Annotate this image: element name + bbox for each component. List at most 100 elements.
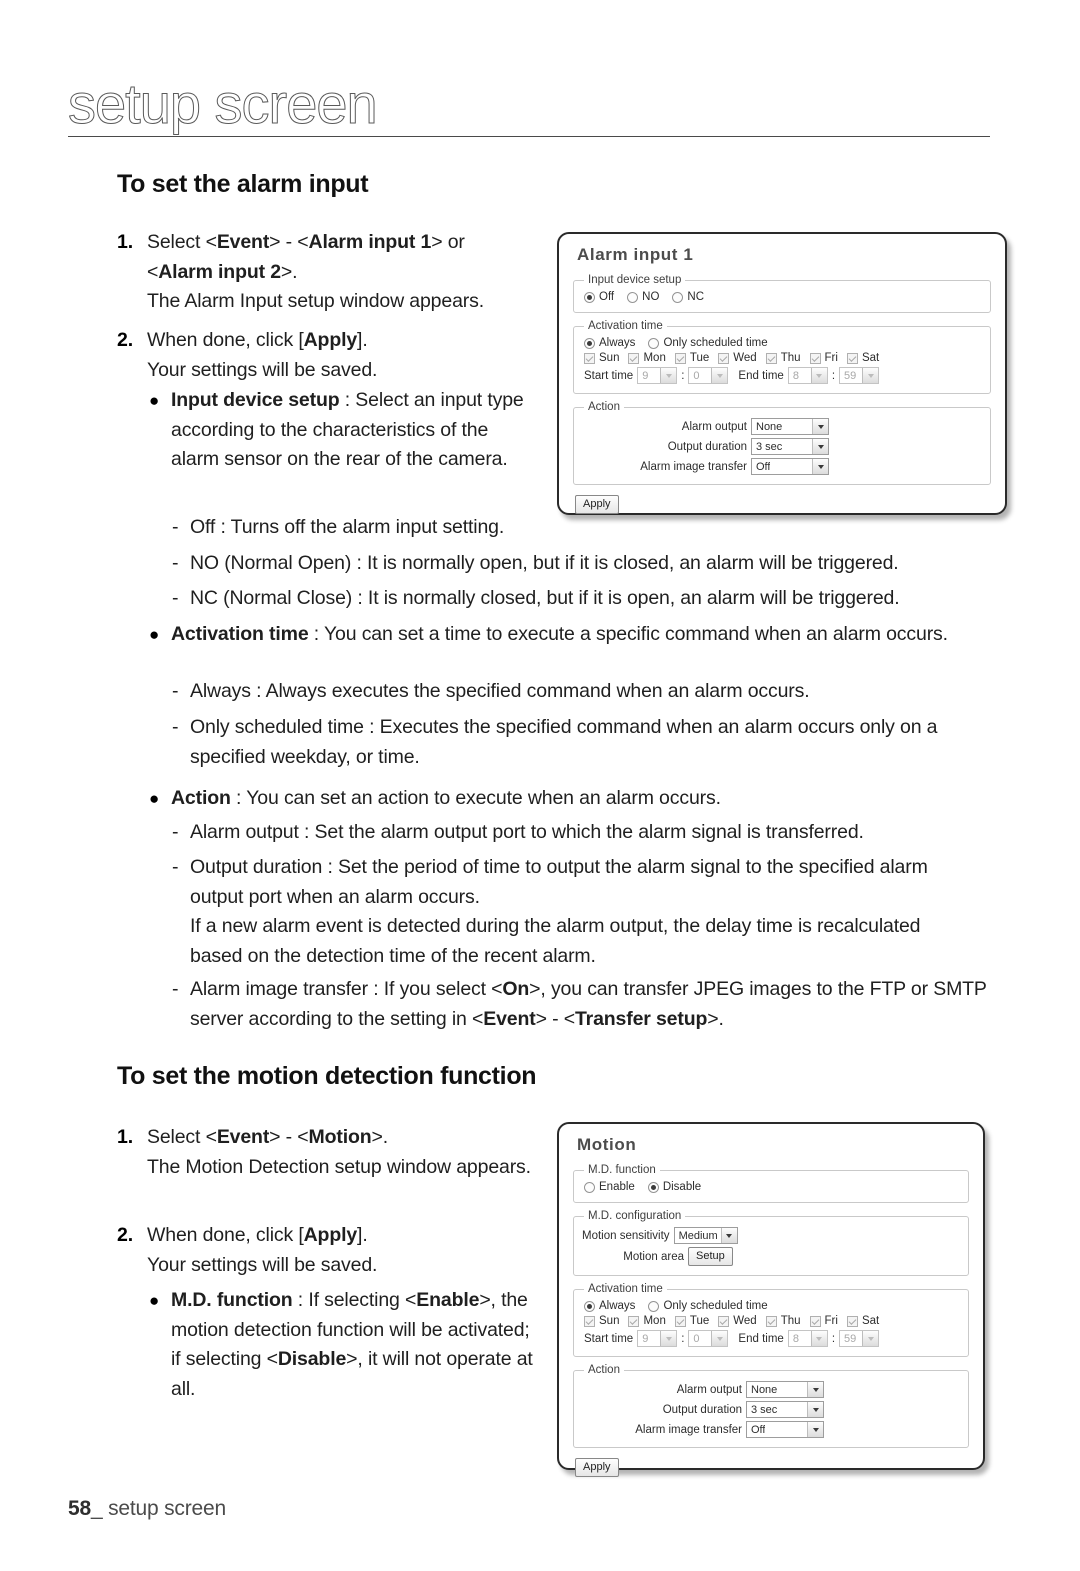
checkbox-sat-icon[interactable] [846,352,858,364]
checkbox-sat-label[interactable]: Sat [862,352,879,364]
alarm-input-dialog: Alarm input 1 Input device setup Off NO … [557,232,1007,515]
checkbox-wed-icon[interactable] [718,352,730,364]
end-hour-select[interactable]: 8 [787,1330,828,1347]
radio-only-scheduled-icon[interactable] [648,1300,660,1312]
end-time-label: End time [738,369,784,382]
alarm-image-transfer-select[interactable]: Off [746,1421,824,1438]
checkbox-thu-label[interactable]: Thu [781,352,801,364]
radio-always-icon[interactable] [584,1300,595,1312]
radio-always-label[interactable]: Always [599,1300,635,1312]
motion-sensitivity-select[interactable]: Medium [673,1227,738,1244]
radio-only-scheduled-label[interactable]: Only scheduled time [663,1300,767,1312]
checkbox-wed-icon[interactable] [718,1315,730,1327]
output-duration-select[interactable]: 3 sec [746,1401,824,1418]
alarm-bullet-activation-body: Activation time : You can set a time to … [171,620,989,650]
t: >. [280,260,298,283]
checkbox-fri-icon[interactable] [809,1315,821,1327]
output-duration-value: 3 sec [751,1403,778,1416]
radio-no-icon[interactable] [627,291,639,303]
checkbox-fri-icon[interactable] [809,352,821,364]
apply-button[interactable]: Apply [575,495,619,514]
radio-only-scheduled-label[interactable]: Only scheduled time [663,337,767,349]
checkbox-sun-label[interactable]: Sun [599,352,619,364]
radio-disable-icon[interactable] [647,1181,659,1193]
t: Event [216,1126,270,1148]
checkbox-sun-icon[interactable] [584,1315,595,1327]
checkbox-thu-icon[interactable] [765,1315,777,1327]
checkbox-tue-label[interactable]: Tue [690,352,709,364]
alarm-output-select[interactable]: None [751,418,829,435]
t: Event [483,1007,536,1030]
checkbox-fri-label[interactable]: Fri [825,1315,838,1327]
start-hour-select[interactable]: 9 [637,367,678,384]
motion-step-1: 1. Select <Event> - <Motion>. The Motion… [117,1123,537,1182]
radio-enable-icon[interactable] [584,1181,595,1193]
page-footer: 58_ setup screen [68,1497,226,1521]
alarm-dash-nc: - NC (Normal Close) : It is normally clo… [172,584,1002,614]
t: : If selecting < [292,1289,417,1311]
checkbox-mon-label[interactable]: Mon [643,1315,665,1327]
radio-always-label[interactable]: Always [599,337,635,349]
motion-area-setup-button[interactable]: Setup [688,1247,733,1266]
motion-area-row: Motion area Setup [582,1247,960,1266]
start-minute-select[interactable]: 0 [688,1330,729,1347]
radio-always-icon[interactable] [584,337,595,349]
radio-off-icon[interactable] [584,291,595,303]
radio-disable-label[interactable]: Disable [663,1181,701,1193]
checkbox-tue-icon[interactable] [674,1315,686,1327]
motion-bullet-md-function-body: M.D. function : If selecting <Enable>, t… [171,1286,541,1404]
apply-button[interactable]: Apply [575,1458,619,1477]
chevron-down-icon [807,1422,823,1437]
checkbox-mon-label[interactable]: Mon [643,352,665,364]
alarm-apply-wrap: Apply [575,494,1005,514]
md-configuration-group: M.D. configuration Motion sensitivity Me… [573,1210,969,1276]
alarm-bullet-action: ● Action : You can set an action to exec… [149,784,989,814]
end-minute-select[interactable]: 59 [839,367,880,384]
end-minute-select[interactable]: 59 [839,1330,880,1347]
action-legend: Action [588,401,620,413]
start-minute-value: 0 [693,369,700,382]
checkbox-wed-label[interactable]: Wed [733,352,756,364]
t: Apply [303,329,358,351]
alarm-step-1-body: Select <Event> - <Alarm input 1> or <Ala… [147,228,537,317]
t: < [147,260,159,283]
checkbox-sat-icon[interactable] [846,1315,858,1327]
radio-enable-label[interactable]: Enable [599,1181,635,1193]
dash-marker: - [172,978,179,1000]
checkbox-mon-icon[interactable] [628,352,640,364]
checkbox-sun-label[interactable]: Sun [599,1315,619,1327]
alarm-output-select[interactable]: None [746,1381,824,1398]
checkbox-tue-label[interactable]: Tue [690,1315,709,1327]
checkbox-wed-label[interactable]: Wed [733,1315,756,1327]
start-hour-select[interactable]: 9 [637,1330,678,1347]
alarm-bullet-activation-time: ● Activation time : You can set a time t… [149,620,989,650]
checkbox-sat-label[interactable]: Sat [862,1315,879,1327]
alarm-dash-image-transfer: - Alarm image transfer : If you select <… [172,975,990,1034]
checkbox-thu-icon[interactable] [765,352,777,364]
start-minute-select[interactable]: 0 [688,367,729,384]
chevron-down-icon [810,1331,827,1346]
alarm-image-transfer-value: Off [756,460,771,473]
radio-off-label[interactable]: Off [599,291,614,303]
radio-nc-icon[interactable] [672,291,684,303]
alarm-dash-off: - Off : Turns off the alarm input settin… [172,513,1002,543]
radio-only-scheduled-icon[interactable] [648,337,660,349]
output-duration-select[interactable]: 3 sec [751,438,829,455]
end-hour-select[interactable]: 8 [787,367,828,384]
output-duration-label: Output duration [662,1403,742,1416]
checkbox-thu-label[interactable]: Thu [781,1315,801,1327]
checkbox-mon-icon[interactable] [628,1315,640,1327]
motion-dialog: Motion M.D. function Enable Disable M.D.… [557,1122,985,1477]
alarm-image-transfer-select[interactable]: Off [751,458,829,475]
checkbox-fri-label[interactable]: Fri [825,352,838,364]
radio-no-label[interactable]: NO [642,291,659,303]
input-device-setup-legend: Input device setup [588,274,682,286]
dash-marker: - [172,552,179,574]
t: ]. [357,1224,368,1246]
t: : You can set a time to execute a specif… [308,623,948,645]
t: Select < [147,1126,217,1148]
radio-nc-label[interactable]: NC [687,291,704,303]
t: Event [216,231,270,253]
checkbox-tue-icon[interactable] [674,352,686,364]
checkbox-sun-icon[interactable] [584,352,595,364]
